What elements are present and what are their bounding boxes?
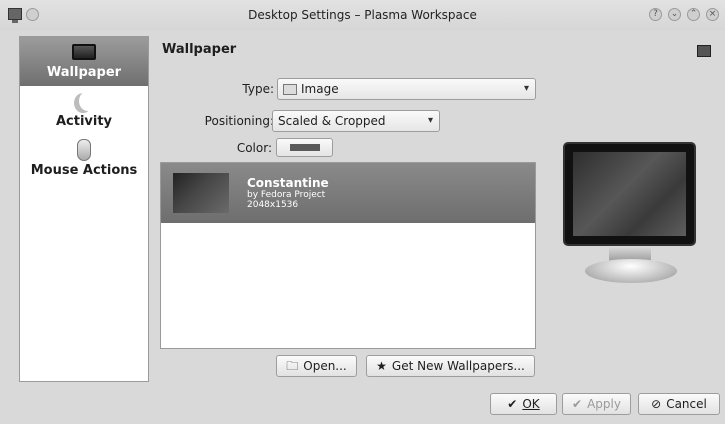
wallpaper-thumbnail (173, 173, 229, 213)
wallpaper-preview-screen (573, 152, 686, 236)
page-title: Wallpaper (162, 42, 237, 57)
settings-sidebar: Wallpaper Activity Mouse Actions (19, 36, 149, 382)
activity-icon (71, 90, 97, 112)
help-icon[interactable]: ? (649, 8, 662, 21)
type-select[interactable]: Image ▾ (277, 78, 536, 100)
desktop-settings-window: Desktop Settings – Plasma Workspace ? ⌄ … (0, 0, 725, 424)
wallpaper-meta: Constantine by Fedora Project 2048x1536 (247, 176, 329, 210)
open-button[interactable]: 🗀 Open... (276, 355, 357, 377)
color-picker-button[interactable] (276, 138, 333, 157)
get-new-wallpapers-label: Get New Wallpapers... (391, 359, 525, 373)
positioning-select[interactable]: Scaled & Cropped ▾ (272, 110, 440, 132)
close-icon[interactable]: × (706, 8, 719, 21)
type-label: Type: (242, 82, 274, 96)
sidebar-item-label: Wallpaper (46, 65, 122, 80)
monitor-stand (585, 259, 677, 283)
monitor-icon (697, 45, 711, 57)
star-icon: ★ (376, 359, 387, 373)
get-new-wallpapers-button[interactable]: ★ Get New Wallpapers... (366, 355, 535, 377)
window-menu-icon[interactable] (8, 8, 22, 23)
list-item[interactable]: Constantine by Fedora Project 2048x1536 (161, 163, 535, 223)
folder-icon: 🗀 (286, 359, 299, 373)
title-bar-right-controls: ? ⌄ ⌃ × (649, 8, 719, 21)
sidebar-item-wallpaper[interactable]: Wallpaper (20, 37, 148, 86)
pin-icon[interactable] (26, 8, 39, 21)
wallpaper-author: by Fedora Project (247, 190, 326, 200)
monitor-icon (71, 41, 97, 63)
sidebar-item-activity[interactable]: Activity (20, 86, 148, 135)
chevron-down-icon: ▾ (427, 115, 433, 126)
apply-button-label: Apply (587, 397, 621, 411)
positioning-label: Positioning: (204, 114, 274, 128)
check-icon: ✔ (507, 397, 518, 411)
open-button-label: Open... (303, 359, 347, 373)
ok-button[interactable]: ✔ OK (490, 393, 557, 415)
cancel-button[interactable]: ⊘ Cancel (638, 393, 720, 415)
minimize-icon[interactable]: ⌄ (668, 8, 681, 21)
maximize-icon[interactable]: ⌃ (687, 8, 700, 21)
sidebar-item-label: Mouse Actions (30, 163, 138, 178)
title-bar[interactable]: Desktop Settings – Plasma Workspace ? ⌄ … (0, 0, 725, 30)
type-select-value: Image (301, 82, 339, 96)
wallpaper-resolution: 2048x1536 (247, 200, 299, 210)
color-swatch (289, 144, 320, 151)
check-icon: ✔ (572, 397, 583, 411)
chevron-down-icon: ▾ (523, 83, 529, 94)
apply-button[interactable]: ✔ Apply (562, 393, 631, 415)
mouse-icon (71, 139, 97, 161)
wallpaper-preview-monitor (563, 142, 696, 246)
image-icon (283, 83, 297, 95)
cancel-icon: ⊘ (651, 397, 662, 411)
wallpaper-list[interactable]: Constantine by Fedora Project 2048x1536 (160, 162, 536, 349)
sidebar-item-mouse-actions[interactable]: Mouse Actions (20, 135, 148, 184)
title-bar-left-controls (8, 8, 39, 23)
wallpaper-name: Constantine (247, 176, 329, 190)
cancel-button-label: Cancel (666, 397, 707, 411)
positioning-select-value: Scaled & Cropped (278, 114, 386, 128)
color-label: Color: (236, 141, 272, 155)
window-title: Desktop Settings – Plasma Workspace (248, 8, 477, 22)
sidebar-item-label: Activity (55, 114, 113, 129)
ok-button-label: OK (522, 397, 540, 411)
